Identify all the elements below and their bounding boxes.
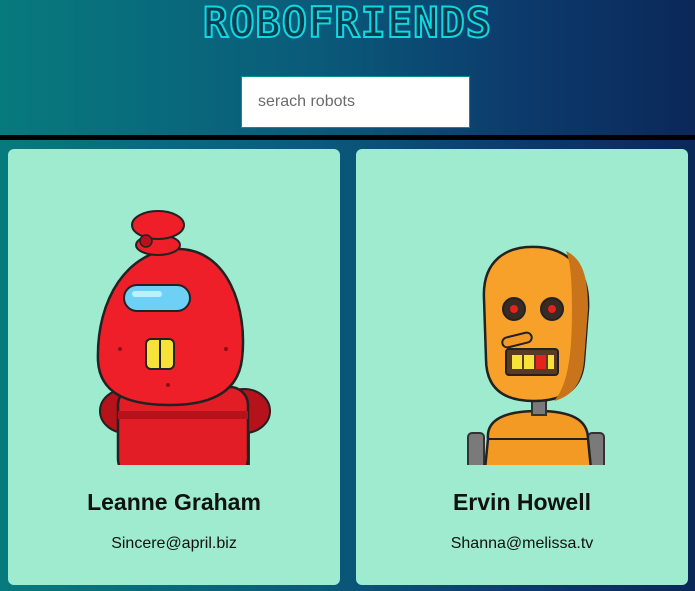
search-input[interactable] bbox=[241, 76, 470, 128]
robot-name: Ervin Howell bbox=[452, 489, 592, 515]
robot-email: Sincere@april.biz bbox=[111, 535, 237, 552]
header: ROBOFRIENDS bbox=[0, 0, 695, 136]
robot-email: Shanna@melissa.tv bbox=[450, 535, 594, 552]
robot-name: Leanne Graham bbox=[87, 489, 261, 515]
robot-avatar-image bbox=[96, 210, 271, 465]
robot-avatar-image bbox=[467, 245, 605, 465]
robot-card[interactable]: Leanne Graham Sincere@april.biz bbox=[8, 149, 340, 585]
app-title: ROBOFRIENDS bbox=[202, 0, 493, 47]
robot-card[interactable]: Ervin Howell Shanna@melissa.tv bbox=[356, 149, 688, 585]
card-list: Leanne Graham Sincere@april.biz Ervin Ho… bbox=[0, 140, 695, 591]
